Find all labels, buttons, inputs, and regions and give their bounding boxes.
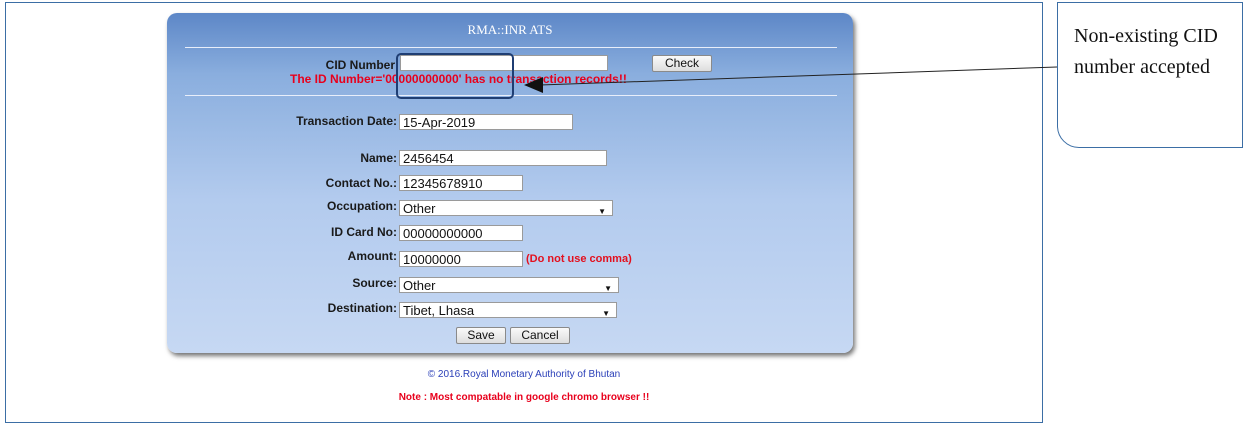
callout-text: Non-existing CID number accepted <box>1074 25 1218 78</box>
annotation-callout: Non-existing CID number accepted <box>1057 2 1243 148</box>
